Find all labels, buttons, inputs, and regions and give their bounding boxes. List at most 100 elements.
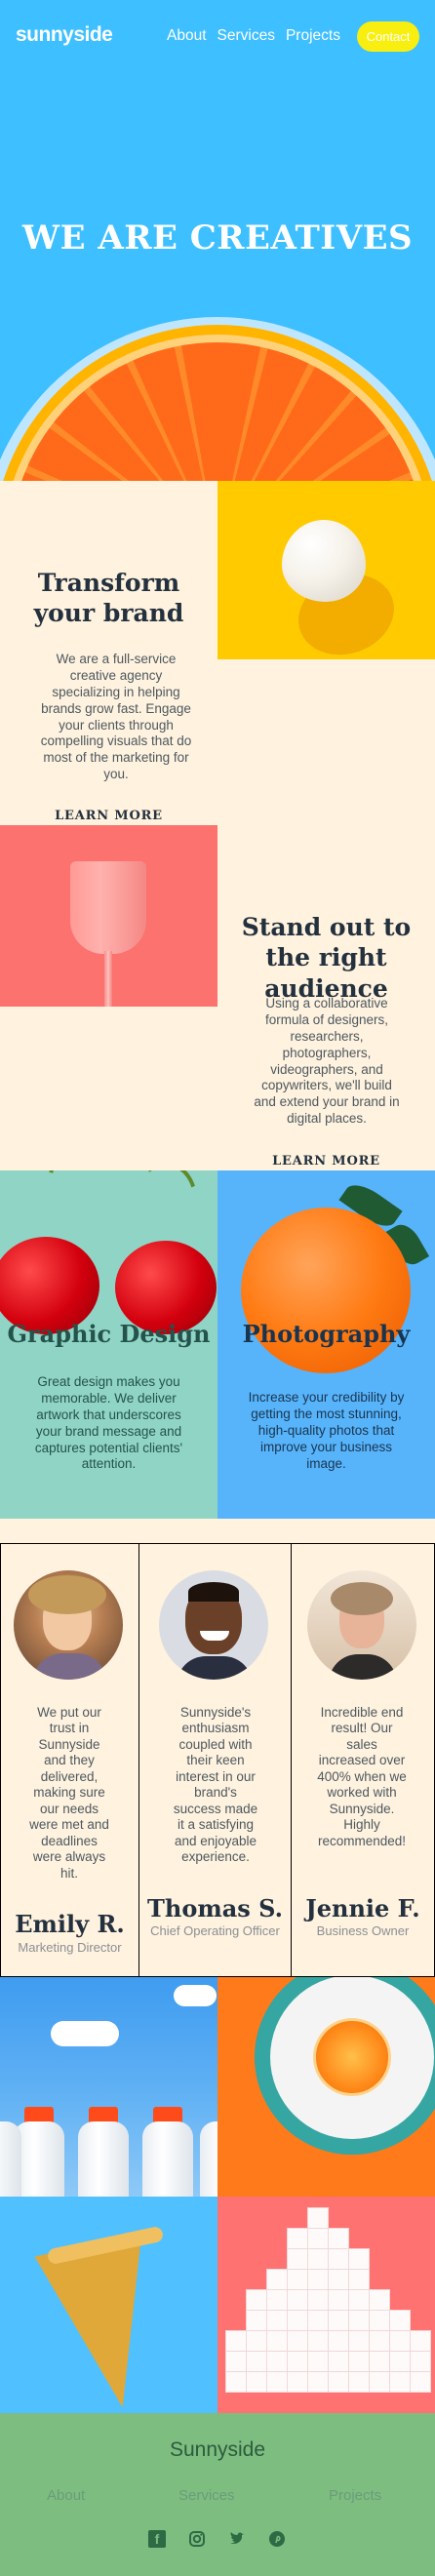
footer-link-services[interactable]: Services — [178, 2487, 235, 2504]
standout-title: Stand out to the right audience — [241, 913, 412, 1003]
sugar-cube — [348, 2269, 370, 2290]
gallery-milk-bottles — [0, 1977, 218, 2197]
footer-logo[interactable]: Sunnyside — [0, 2438, 435, 2462]
sugar-cube — [246, 2289, 267, 2311]
sugar-cube — [287, 2351, 308, 2372]
sugar-cube — [246, 2371, 267, 2393]
transform-text: We are a full-service creative agency sp… — [40, 652, 192, 782]
standout-content: Stand out to the right audience — [222, 912, 430, 1004]
sugar-cube — [266, 2330, 288, 2352]
graphic-design-text: Great design makes you memorable. We del… — [34, 1374, 183, 1472]
nav-link-about[interactable]: About — [167, 27, 207, 45]
sugar-cube — [307, 2330, 329, 2352]
testimonial-role-emily: Marketing Director — [18, 1940, 122, 1955]
avatar-emily — [14, 1570, 123, 1680]
standout-link-wrap: LEARN MORE — [218, 1152, 435, 1169]
twitter-icon[interactable] — [228, 2530, 246, 2548]
transform-title: Transform your brand — [33, 569, 184, 628]
testimonial-role-thomas: Chief Operating Officer — [150, 1923, 280, 1938]
photography-title: Photography — [242, 1320, 411, 1348]
orange-slice — [313, 2018, 391, 2096]
sugar-cube — [328, 2289, 349, 2311]
milk-bottle — [142, 2121, 193, 2197]
gallery-sugar-cubes — [218, 2197, 435, 2413]
sugar-cube — [307, 2248, 329, 2270]
contact-button[interactable]: Contact — [357, 21, 419, 52]
instagram-icon[interactable] — [188, 2530, 206, 2548]
hero-section: sunnyside About Services Projects Contac… — [0, 0, 435, 481]
facebook-icon[interactable]: f — [148, 2530, 166, 2548]
sugar-cube — [287, 2289, 308, 2311]
sugar-cube — [287, 2269, 308, 2290]
testimonial-name-jennie: Jennie F. — [305, 1894, 420, 1922]
milk-bottle — [0, 2121, 21, 2197]
sugar-cube — [348, 2351, 370, 2372]
sugar-cube — [225, 2330, 247, 2352]
sugar-cube — [410, 2351, 431, 2372]
sugar-cube — [348, 2310, 370, 2331]
sugar-cube — [328, 2248, 349, 2270]
sugar-cube — [328, 2330, 349, 2352]
gallery-ice-cream-cone — [0, 2197, 218, 2413]
sugar-cube — [328, 2351, 349, 2372]
transform-learn-more-label: LEARN MORE — [55, 809, 163, 823]
nav-link-projects[interactable]: Projects — [286, 27, 340, 45]
sugar-cube — [369, 2289, 390, 2311]
orange-image — [241, 1208, 411, 1373]
sugar-cube — [287, 2310, 308, 2331]
sugar-cube — [307, 2351, 329, 2372]
sugar-cube — [389, 2351, 411, 2372]
sugar-cube — [369, 2330, 390, 2352]
cup-shape — [70, 861, 146, 954]
egg-shape — [282, 520, 366, 602]
transform-content: Transform your brand — [6, 568, 212, 629]
logo[interactable]: sunnyside — [16, 23, 113, 47]
footer-link-about[interactable]: About — [47, 2487, 85, 2504]
sugar-cube — [307, 2228, 329, 2249]
sugar-cube — [369, 2351, 390, 2372]
sugar-cube — [287, 2371, 308, 2393]
sugar-cube — [328, 2371, 349, 2393]
sugar-cube — [348, 2371, 370, 2393]
testimonial-text-emily: We put our trust in Sunnyside and they d… — [29, 1705, 109, 1881]
transform-filler — [218, 659, 435, 825]
sugar-cube — [410, 2330, 431, 2352]
sugar-cube — [410, 2371, 431, 2393]
pinterest-icon[interactable] — [268, 2530, 286, 2548]
sugar-cube — [266, 2289, 288, 2311]
sugar-cube — [307, 2310, 329, 2331]
sugar-cube — [246, 2330, 267, 2352]
sugar-cube — [369, 2371, 390, 2393]
sugar-cube — [328, 2310, 349, 2331]
sugar-cube — [307, 2207, 329, 2229]
sugar-cube — [246, 2351, 267, 2372]
sugar-cube — [225, 2351, 247, 2372]
photography-text: Increase your credibility by getting the… — [248, 1390, 405, 1471]
graphic-design-title: Graphic Design — [7, 1320, 211, 1348]
sugar-cube — [246, 2310, 267, 2331]
sugar-cube — [369, 2310, 390, 2331]
standout-learn-more-label: LEARN MORE — [272, 1154, 380, 1169]
sugar-cube — [348, 2289, 370, 2311]
sugar-cube — [307, 2269, 329, 2290]
main-nav: About Services Projects — [167, 27, 351, 45]
transform-learn-more-link[interactable]: LEARN MORE — [53, 809, 165, 823]
sugar-cube — [389, 2330, 411, 2352]
nav-link-services[interactable]: Services — [218, 27, 275, 45]
testimonial-text-thomas: Sunnyside's enthusiasm coupled with thei… — [173, 1705, 258, 1865]
sugar-cube — [348, 2330, 370, 2352]
milk-bottle — [200, 2121, 218, 2197]
avatar-thomas — [159, 1570, 268, 1680]
transform-link-wrap: LEARN MORE — [0, 807, 218, 824]
testimonial-name-thomas: Thomas S. — [147, 1894, 283, 1922]
sugar-cube — [266, 2351, 288, 2372]
sugar-cube — [287, 2330, 308, 2352]
sugar-cube — [328, 2269, 349, 2290]
hero-title: WE ARE CREATIVES — [21, 218, 414, 258]
footer-link-projects[interactable]: Projects — [329, 2487, 381, 2504]
standout-learn-more-link[interactable]: LEARN MORE — [270, 1154, 382, 1169]
sugar-cube — [266, 2371, 288, 2393]
sugar-cube — [307, 2289, 329, 2311]
sugar-cube — [348, 2248, 370, 2270]
testimonial-role-jennie: Business Owner — [316, 1923, 410, 1938]
